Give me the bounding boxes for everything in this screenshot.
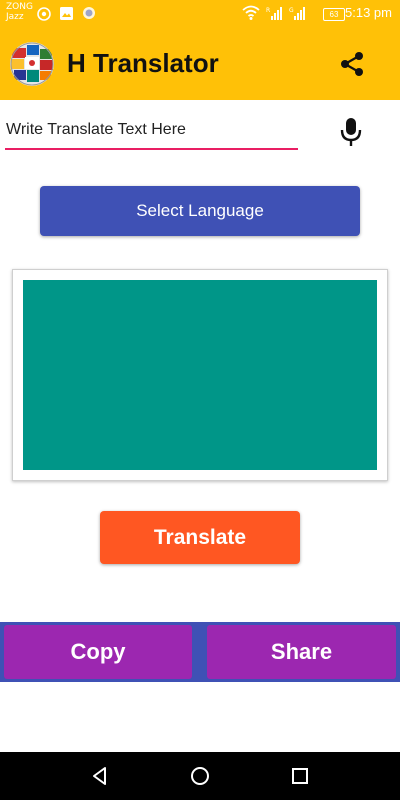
share-icon[interactable] xyxy=(338,50,366,78)
flags-globe-icon xyxy=(10,42,54,86)
battery-icon: 63 xyxy=(323,8,345,21)
translation-output xyxy=(23,280,377,470)
wifi-icon xyxy=(242,5,260,20)
copy-label: Copy xyxy=(70,639,126,664)
status-bar: ZONG Jazz R G 63 5:13 pm xyxy=(0,0,400,28)
carrier-line1: ZONG xyxy=(6,2,33,12)
output-frame xyxy=(12,269,388,481)
whatsapp-icon xyxy=(37,7,51,21)
circle-icon xyxy=(83,7,95,19)
system-nav-bar xyxy=(0,752,400,800)
carrier-label: ZONG Jazz xyxy=(6,2,33,22)
translate-button[interactable]: Translate xyxy=(100,511,300,564)
share-label: Share xyxy=(270,639,333,664)
copy-button[interactable]: Copy xyxy=(4,625,192,679)
bottom-action-bar: Copy Share xyxy=(0,622,400,682)
app-title: H Translator xyxy=(67,48,219,78)
battery-level: 63 xyxy=(329,10,339,19)
status-time: 5:13 pm xyxy=(345,5,392,20)
app-bar: H Translator xyxy=(0,28,400,100)
select-language-button[interactable]: Select Language xyxy=(40,186,360,236)
svg-text:R: R xyxy=(266,7,270,14)
signal-icon: R xyxy=(266,7,282,20)
back-icon[interactable] xyxy=(90,766,110,786)
image-icon xyxy=(60,7,73,20)
carrier-line2: Jazz xyxy=(6,12,24,22)
home-icon[interactable] xyxy=(190,766,210,786)
recents-icon[interactable] xyxy=(290,766,310,786)
mic-icon[interactable] xyxy=(338,117,364,147)
select-language-label: Select Language xyxy=(136,201,264,220)
signal-icon: G xyxy=(289,7,305,20)
svg-text:G: G xyxy=(289,7,294,14)
translate-input-wrap xyxy=(5,112,298,154)
translate-label: Translate xyxy=(153,525,247,549)
translate-text-input[interactable] xyxy=(5,112,298,150)
share-button[interactable]: Share xyxy=(207,625,396,679)
